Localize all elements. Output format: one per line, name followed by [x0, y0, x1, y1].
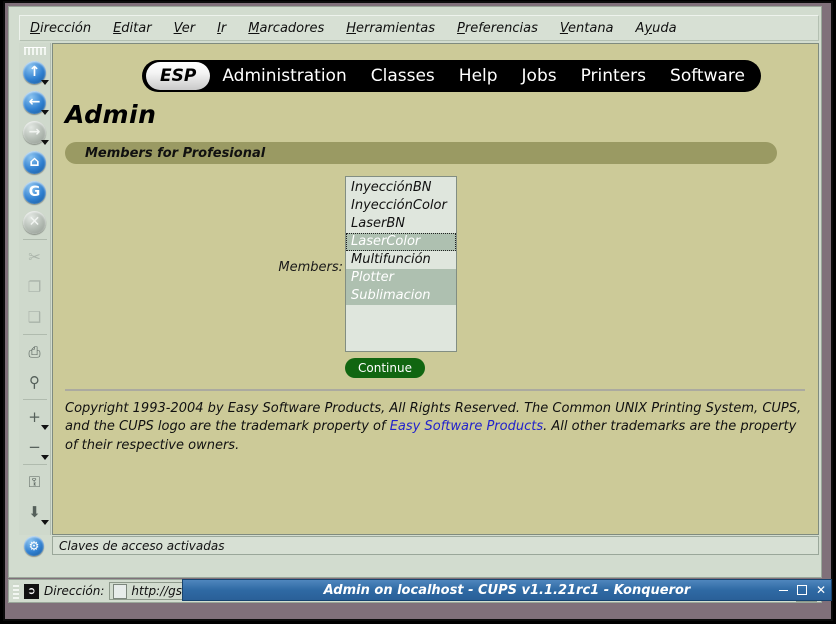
zoom-out-icon[interactable]: −: [20, 432, 50, 462]
menu-item-ventana[interactable]: Ventana: [560, 21, 614, 36]
tab-esp[interactable]: ESP: [146, 62, 211, 90]
members-option[interactable]: InyecciónBN: [346, 179, 456, 197]
members-listbox[interactable]: InyecciónBN InyecciónColor LaserBN LaserCol…: [345, 176, 457, 352]
zoom-in-icon[interactable]: +: [20, 402, 50, 432]
toolbar-separator: [22, 464, 47, 465]
minimize-button[interactable]: [778, 589, 788, 591]
url-globe-icon: ➲: [24, 583, 39, 599]
chevron-down-icon[interactable]: [40, 425, 49, 430]
copyright-text: Copyright 1993-2004 by Easy Software Pro…: [65, 400, 807, 455]
main-toolbar: ↑ ← → ⌂ G ✕ ✂ ❐ ❑ ⎙ ⚲ + − ⚿ ⬇: [19, 43, 51, 535]
tab-administration[interactable]: Administration: [210, 63, 358, 89]
menu-item-herramientas[interactable]: Herramientas: [346, 21, 435, 36]
members-option[interactable]: Plotter: [346, 269, 456, 287]
page-title: Admin: [65, 100, 157, 129]
cut-icon: ✂: [28, 248, 41, 266]
members-option[interactable]: LaserBN: [346, 215, 456, 233]
menu-item-preferencias[interactable]: Preferencias: [457, 21, 538, 36]
download-icon[interactable]: ⬇: [20, 497, 50, 527]
location-label: Dirección:: [44, 584, 105, 598]
security-lock-icon[interactable]: ⚿: [20, 467, 50, 497]
copy-icon: ❐: [27, 278, 42, 296]
window-titlebar[interactable]: Admin on localhost - CUPS v1.1.21rc1 - K…: [182, 579, 832, 601]
status-bar: Claves de acceso activadas: [52, 536, 819, 555]
menu-item-editar[interactable]: Editar: [113, 21, 152, 36]
up-icon[interactable]: ↑: [20, 57, 50, 87]
continue-button[interactable]: Continue: [345, 358, 425, 378]
favicon-icon: [113, 583, 128, 599]
settings-gear-icon[interactable]: ⚙: [24, 535, 44, 556]
status-gear-slot: ⚙: [19, 535, 49, 556]
toolbar-separator: [22, 239, 47, 240]
stop-icon: ✕: [20, 207, 50, 237]
chevron-down-icon[interactable]: [40, 455, 49, 460]
menu-item-marcadores[interactable]: Marcadores: [248, 21, 324, 36]
toolbar-separator: [22, 399, 47, 400]
menu-bar: Dirección Editar Ver Ir Marcadores Herramient…: [19, 15, 819, 41]
members-option[interactable]: Sublimacion: [346, 287, 456, 305]
section-banner-label: Members for Profesional: [85, 145, 266, 161]
tab-jobs[interactable]: Jobs: [510, 63, 569, 89]
tab-software[interactable]: Software: [658, 63, 757, 89]
chevron-down-icon[interactable]: [40, 140, 49, 145]
close-button[interactable]: ✕: [816, 584, 826, 596]
html-view: ESP Administration Classes Help Jobs Printers…: [52, 43, 819, 535]
members-option[interactable]: Multifunción: [346, 251, 456, 269]
back-icon[interactable]: ←: [20, 87, 50, 117]
menu-item-ver[interactable]: Ver: [174, 21, 195, 36]
reload-icon[interactable]: G: [20, 177, 50, 207]
menu-item-ir[interactable]: Ir: [217, 21, 226, 36]
find-icon[interactable]: ⚲: [20, 367, 50, 397]
location-bar-grip[interactable]: [13, 583, 19, 599]
toolbar-grip[interactable]: [23, 47, 46, 55]
chevron-down-icon[interactable]: [40, 80, 49, 85]
window-title: Admin on localhost - CUPS v1.1.21rc1 - K…: [323, 582, 691, 598]
cups-nav-tabs: ESP Administration Classes Help Jobs Printers…: [142, 60, 761, 92]
members-option[interactable]: InyecciónColor: [346, 197, 456, 215]
members-field-label: Members:: [278, 260, 343, 275]
menu-item-direccin[interactable]: Dirección: [30, 21, 91, 36]
home-icon[interactable]: ⌂: [20, 147, 50, 177]
section-banner: Members for Profesional: [65, 142, 777, 164]
footer-divider: [65, 389, 805, 391]
menu-item-ayuda[interactable]: Ayuda: [636, 21, 677, 36]
konqueror-window: Dirección Editar Ver Ir Marcadores Herramient…: [8, 6, 822, 578]
toolbar-separator: [22, 334, 47, 335]
tab-classes[interactable]: Classes: [359, 63, 447, 89]
desktop: Dirección Editar Ver Ir Marcadores Herramient…: [0, 0, 836, 624]
tab-help[interactable]: Help: [447, 63, 510, 89]
chevron-down-icon[interactable]: [40, 110, 49, 115]
forward-icon: →: [20, 117, 50, 147]
status-bar-text: Claves de acceso activadas: [59, 538, 225, 553]
easy-software-products-link[interactable]: Easy Software Products: [390, 419, 543, 434]
window-buttons: ✕: [778, 580, 826, 600]
print-icon[interactable]: ⎙: [20, 337, 50, 367]
tab-printers[interactable]: Printers: [569, 63, 658, 89]
chevron-down-icon[interactable]: [40, 520, 49, 525]
members-option[interactable]: LaserColor: [346, 233, 456, 251]
paste-icon: ❑: [27, 308, 42, 326]
maximize-button[interactable]: [796, 585, 807, 595]
